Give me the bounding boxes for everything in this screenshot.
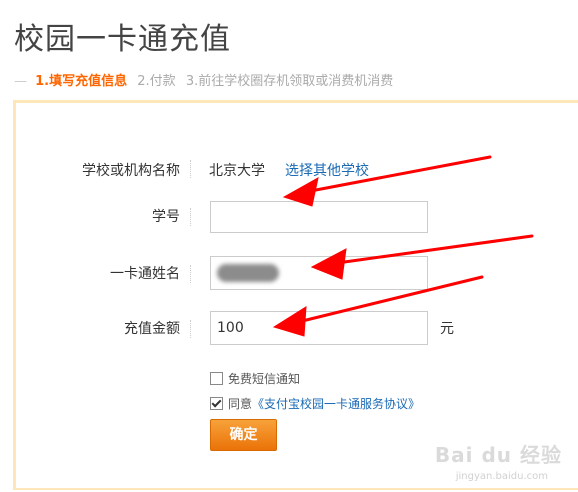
separator [190, 208, 191, 226]
amount-label: 充值金额 [124, 321, 180, 337]
agree-checkbox[interactable] [210, 397, 223, 410]
step-dash: — [14, 74, 27, 89]
student-id-label: 学号 [152, 209, 180, 225]
submit-button[interactable]: 确定 [210, 419, 277, 451]
school-label: 学校或机构名称 [82, 163, 180, 179]
student-id-row: 学号 [16, 201, 576, 235]
agree-option[interactable]: 同意《支付宝校园一卡通服务协议》 [210, 395, 420, 412]
name-input[interactable] [210, 256, 428, 290]
step-2: 2.付款 [137, 74, 176, 89]
amount-unit: 元 [440, 321, 454, 337]
student-id-input[interactable] [210, 201, 428, 233]
step-indicator: — 1.填写充值信息 2.付款 3.前往学校圈存机领取或消费机消费 [14, 70, 399, 89]
step-3: 3.前往学校圈存机领取或消费机消费 [185, 74, 394, 89]
amount-input[interactable]: 100 [210, 311, 428, 345]
sms-label: 免费短信通知 [228, 372, 301, 386]
redacted-name-blur [217, 264, 279, 282]
recharge-form-panel: 学校或机构名称 北京大学 选择其他学校 学号 一卡通姓名 充值金额 100 元 … [13, 100, 578, 490]
amount-row: 充值金额 100 元 [16, 311, 576, 345]
school-row: 学校或机构名称 北京大学 选择其他学校 [16, 160, 576, 180]
page-title: 校园一卡通充值 [14, 22, 231, 57]
name-label: 一卡通姓名 [110, 266, 180, 282]
watermark-brand: Bai du 经验 [434, 443, 562, 467]
agreement-link[interactable]: 《支付宝校园一卡通服务协议》 [252, 397, 420, 411]
separator [190, 160, 191, 178]
sms-checkbox[interactable] [210, 372, 223, 385]
name-row: 一卡通姓名 [16, 256, 576, 290]
step-1-active: 1.填写充值信息 [35, 74, 128, 89]
sms-option[interactable]: 免费短信通知 [210, 370, 300, 387]
separator [190, 265, 191, 283]
separator [190, 320, 191, 338]
change-school-link[interactable]: 选择其他学校 [285, 160, 369, 180]
watermark-url: jingyan.baidu.com [455, 471, 548, 482]
agree-prefix: 同意 [228, 397, 253, 411]
school-value: 北京大学 [209, 163, 265, 179]
